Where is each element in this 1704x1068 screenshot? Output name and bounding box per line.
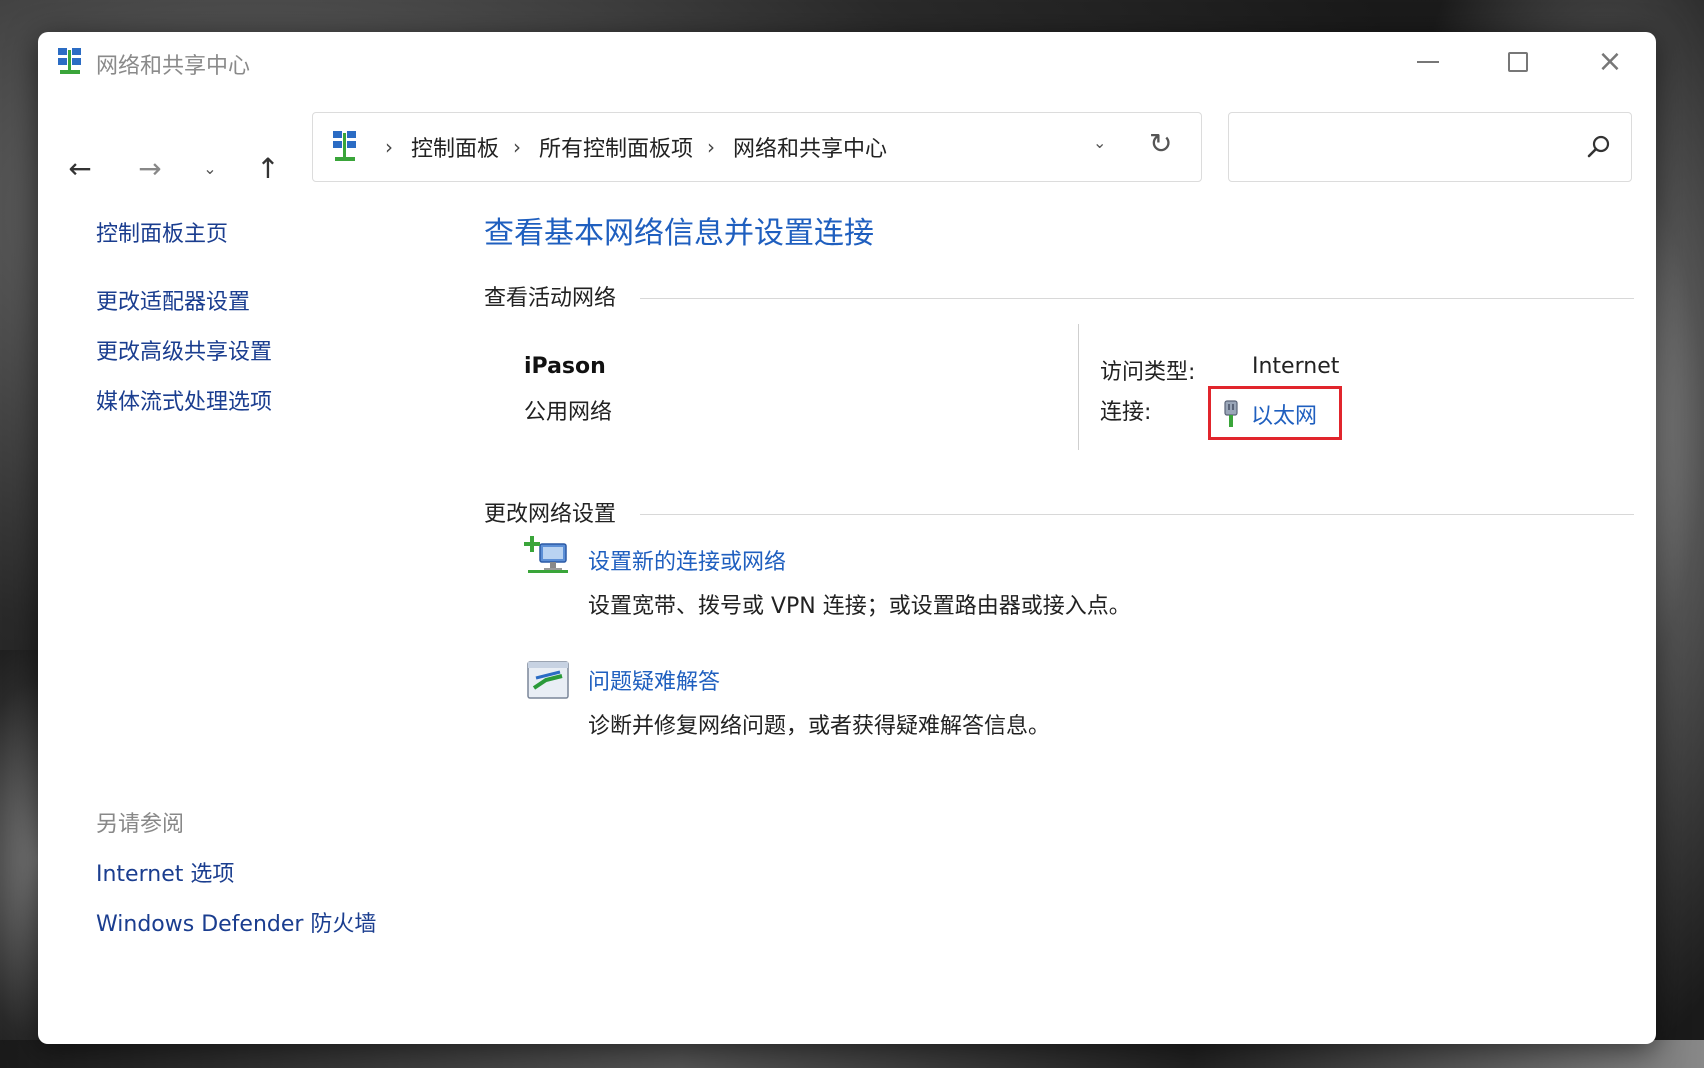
change-advanced-sharing-link[interactable]: 更改高级共享设置 [96,334,272,366]
new-connection-icon [524,536,568,573]
refresh-icon: ↻ [1149,127,1173,160]
section-divider [640,514,1634,515]
breadcrumb: › 控制面板 › 所有控制面板项 › 网络和共享中心 [371,131,887,163]
chevron-right-icon[interactable]: › [385,135,393,159]
refresh-button[interactable]: ↻ [1149,127,1172,160]
maximize-icon [1508,52,1528,72]
arrow-left-icon: ← [68,151,92,185]
highlight-box: 以太网 [1208,386,1342,440]
chevron-right-icon[interactable]: › [707,135,715,159]
back-button[interactable]: ← [60,148,100,188]
ethernet-icon [1224,400,1238,427]
setup-new-connection-description: 设置宽带、拨号或 VPN 连接；或设置路由器或接入点。 [588,594,1131,619]
connection-label: 连接: [1100,400,1152,425]
address-dropdown-button[interactable]: ⌄ [1093,133,1106,152]
troubleshoot-icon [527,661,569,699]
network-sharing-center-window: 网络和共享中心 × ← → ⌄ ↑ › 控制面板 › 所有控制面板项 › 网络和… [38,32,1656,1044]
change-network-settings-heading: 更改网络设置 [484,502,617,527]
media-streaming-options-link[interactable]: 媒体流式处理选项 [96,384,272,416]
search-icon [1587,135,1610,158]
title-bar[interactable]: 网络和共享中心 × [38,32,1656,92]
window-title: 网络和共享中心 [96,54,251,79]
network-center-icon [58,48,81,74]
search-input[interactable] [1228,112,1632,182]
network-center-icon [333,131,356,161]
internet-options-link[interactable]: Internet 选项 [96,856,234,888]
active-networks-heading: 查看活动网络 [484,286,617,311]
chevron-down-icon: ⌄ [203,158,217,178]
close-button[interactable]: × [1580,42,1640,82]
recent-locations-button[interactable]: ⌄ [190,148,230,188]
breadcrumb-all-items[interactable]: 所有控制面板项 [539,131,693,163]
chevron-right-icon[interactable]: › [513,135,521,159]
access-type-label: 访问类型: [1100,360,1196,385]
change-adapter-settings-link[interactable]: 更改适配器设置 [96,284,250,316]
wallpaper-bottom [0,1040,1704,1068]
access-type-value: Internet [1252,354,1340,379]
network-name: iPason [524,354,606,379]
minimize-icon [1417,61,1439,63]
close-icon: × [1597,44,1623,79]
address-bar[interactable]: › 控制面板 › 所有控制面板项 › 网络和共享中心 ⌄ ↻ [312,112,1202,182]
network-category: 公用网络 [524,400,613,425]
troubleshoot-problems-link[interactable]: 问题疑难解答 [588,664,720,696]
setup-new-connection-link[interactable]: 设置新的连接或网络 [588,544,786,576]
breadcrumb-control-panel[interactable]: 控制面板 [411,131,499,163]
control-panel-home-link[interactable]: 控制面板主页 [96,216,228,248]
windows-defender-firewall-link[interactable]: Windows Defender 防火墙 [96,906,376,938]
arrow-right-icon: → [138,151,162,185]
breadcrumb-network-center[interactable]: 网络和共享中心 [733,131,887,163]
arrow-up-icon: ↑ [256,151,280,185]
minimize-button[interactable] [1398,42,1458,82]
chevron-down-icon: ⌄ [1093,133,1107,152]
forward-button[interactable]: → [130,148,170,188]
page-title: 查看基本网络信息并设置连接 [484,216,874,251]
troubleshoot-problems-description: 诊断并修复网络问题，或者获得疑难解答信息。 [588,714,1051,739]
up-button[interactable]: ↑ [248,148,288,188]
vertical-divider [1078,324,1079,450]
ethernet-connection-link[interactable]: 以太网 [1251,398,1317,430]
see-also-heading: 另请参阅 [96,812,185,837]
maximize-button[interactable] [1488,42,1548,82]
section-divider [640,298,1634,299]
